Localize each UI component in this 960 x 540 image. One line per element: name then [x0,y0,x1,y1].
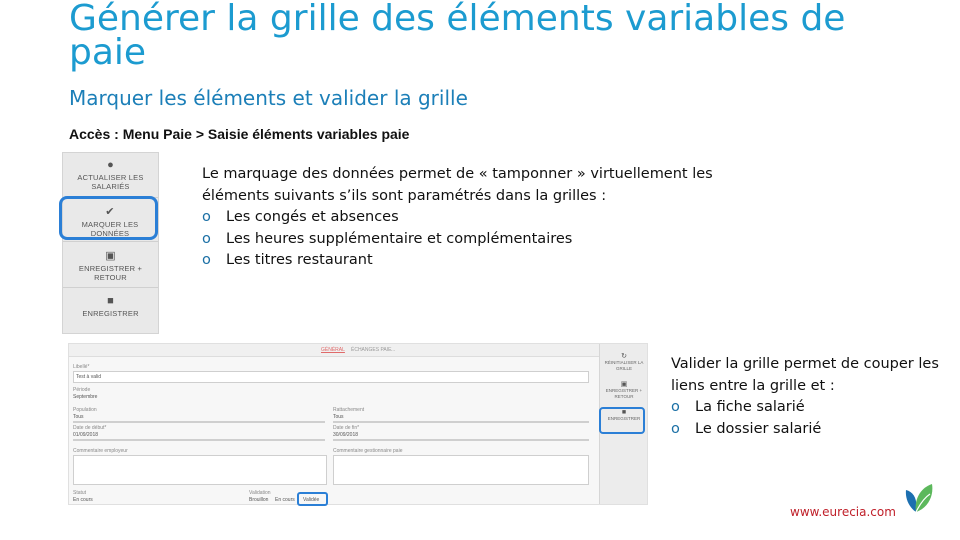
field-label: Validation [249,490,271,496]
tab-more[interactable]: ... [391,347,395,353]
save-return-button[interactable]: ▣ ENREGISTRER + RETOUR [600,381,647,400]
menu-refresh-employees-button[interactable]: ● ACTUALISER LES SALARIÉS [63,159,158,191]
menu-item-label: ENREGISTRER + RETOUR [78,264,143,282]
validated-highlight [297,492,328,506]
grid-form-screenshot: GÉNÉRAL ÉCHANGES PAIE ... Libellé* Test … [68,343,648,505]
field-label: Date de fin* [333,425,360,431]
field-label: Rattachement [333,407,365,413]
field-label: Population [73,407,97,413]
mark-data-highlight [59,196,158,240]
payroll-action-menu: ● ACTUALISER LES SALARIÉS ✔ MARQUER LES … [62,152,159,334]
marking-intro: Le marquage des données permet de « tamp… [202,166,713,204]
person-icon: ● [107,159,114,171]
marking-bullet: o Les titres restaurant [202,252,373,268]
label-input[interactable]: Test à valid [73,371,589,383]
validation-description: Valider la grille permet de couper les l… [671,354,956,440]
access-path: Accès : Menu Paie > Saisie éléments vari… [69,126,410,142]
status-value: En cours [73,497,93,503]
save-icon: ■ [107,295,114,307]
radio-draft[interactable]: Brouillon [249,497,268,503]
save-return-icon: ▣ [105,250,116,262]
reset-grid-button[interactable]: ↻ RÉINITIALISER LA GRILLE [600,353,647,372]
attachment-value[interactable]: Tous [333,414,344,420]
footer-url[interactable]: www.eurecia.com [790,505,896,519]
field-label: Date de début* [73,425,107,431]
radio-in-progress[interactable]: En cours [275,497,295,503]
field-label: Commentaire gestionnaire paie [333,448,403,454]
marking-bullet: o Les heures supplémentaire et complément… [202,230,573,247]
tab-payroll-exchanges[interactable]: ÉCHANGES PAIE [351,347,391,353]
period-value[interactable]: Septembre [73,394,97,400]
menu-item-label: ENREGISTRER [82,309,139,318]
validation-intro: Valider la grille permet de couper les l… [671,356,939,394]
marking-description: Le marquage des données permet de « tamp… [202,164,732,272]
start-date-value[interactable]: 01/09/2018 [73,432,98,438]
eurecia-logo [905,484,933,513]
end-date-value[interactable]: 30/09/2018 [333,432,358,438]
population-value[interactable]: Tous [73,414,84,420]
field-label: Commentaire employeur [73,448,128,454]
validation-bullet: o La fiche salarié [671,399,805,415]
save-highlight [599,407,645,434]
menu-item-label: ACTUALISER LES SALARIÉS [77,173,144,191]
field-label: Période [73,387,91,393]
menu-save-return-button[interactable]: ▣ ENREGISTRER + RETOUR [63,249,158,282]
tab-general[interactable]: GÉNÉRAL [321,347,345,353]
field-label: Statut [73,490,87,496]
page-title: Générer la grille des éléments variables… [69,0,846,73]
page-subtitle: Marquer les éléments et valider la grill… [69,86,468,110]
form-tabs: GÉNÉRAL ÉCHANGES PAIE ... [69,344,599,357]
menu-save-button[interactable]: ■ ENREGISTRER [63,295,158,318]
marking-bullet: o Les congés et absences [202,209,399,225]
payroll-comment-textarea[interactable] [333,455,589,485]
field-label: Libellé* [73,364,90,370]
employer-comment-textarea[interactable] [73,455,327,485]
validation-bullet: o Le dossier salarié [671,420,822,437]
